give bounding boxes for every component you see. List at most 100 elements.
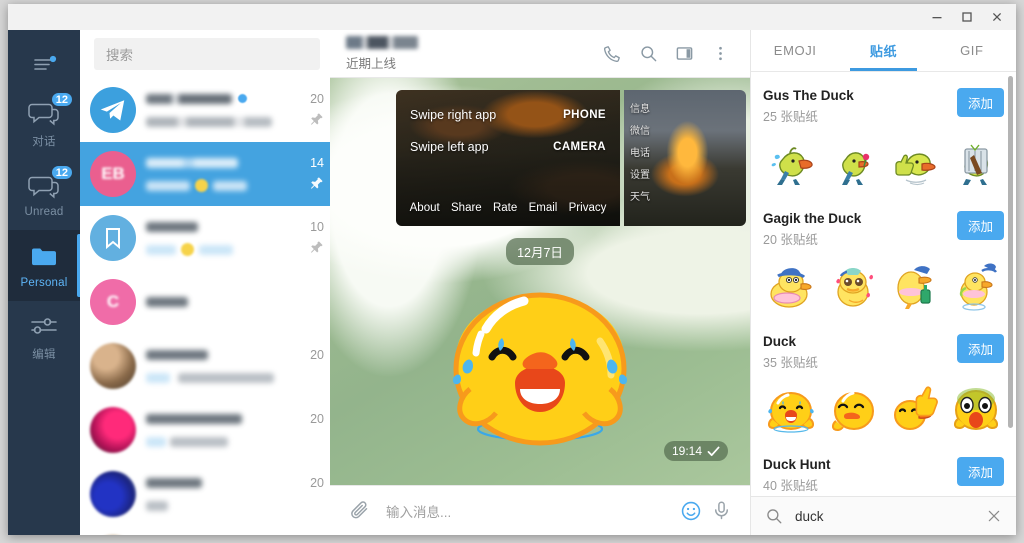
chat-item-text (146, 474, 286, 515)
album-link[interactable]: Email (529, 202, 558, 214)
add-sticker-pack-button[interactable]: 添加 (957, 88, 1004, 117)
chat-list-item[interactable]: C (80, 270, 330, 334)
sidebar-item-unread[interactable]: 12 Unread (8, 159, 80, 230)
sticker-duck-thumbsup[interactable] (886, 381, 942, 437)
sidebar-item-label: 对话 (32, 133, 55, 149)
sidebar-item-chats[interactable]: 12 对话 (8, 88, 80, 159)
sticker-gagik-heart-eyes-duck[interactable] (825, 258, 881, 314)
avatar (90, 471, 136, 517)
search-input[interactable]: 搜索 (94, 38, 320, 70)
album-link[interactable]: About (410, 202, 440, 214)
maximize-icon (961, 11, 973, 23)
chat-item-text (146, 410, 286, 451)
album-photo-side[interactable]: 信息 微信 电话 设置 天气 (624, 90, 746, 226)
chat-timestamp: 20 (310, 476, 324, 490)
sticker-message[interactable]: 19:14 (340, 277, 740, 467)
album-link[interactable]: Rate (493, 202, 517, 214)
panel-toggle-button[interactable] (666, 36, 702, 72)
chat-list-item[interactable]: 20 (80, 334, 330, 398)
chat-item-meta: 10 (286, 216, 324, 260)
maximize-button[interactable] (952, 5, 982, 29)
chats-icon: 12 (27, 98, 61, 128)
chat-item-meta (286, 280, 324, 324)
conversation-title-block: 近期上线 (346, 36, 594, 72)
sticker-gagik-bottle-duck[interactable] (886, 258, 942, 314)
sticker-pack-list: Gus The Duck 25 张贴纸 添加 (751, 72, 1016, 496)
sticker-gus-hiding-duck[interactable] (948, 135, 1004, 191)
sticker-duck-laughing[interactable] (763, 381, 819, 437)
sticker-gus-thumbsup-duck[interactable] (886, 135, 942, 191)
album-link[interactable]: Share (451, 202, 482, 214)
sticker-pack-header: Duck 35 张贴纸 添加 (763, 328, 1004, 373)
sticker-gagik-hat-duck[interactable] (763, 258, 819, 314)
sticker-pack-title: Duck Hunt (763, 457, 957, 472)
chat-item-meta: 20 (286, 344, 324, 388)
chat-timestamp: 10 (310, 220, 324, 234)
message-time: 19:14 (672, 444, 702, 458)
attach-button[interactable] (344, 500, 374, 521)
chat-item-meta: 20 (286, 88, 324, 132)
chat-item-meta: 20 (286, 472, 324, 516)
bookmark-icon (101, 226, 125, 250)
chat-list-item[interactable]: 10 (80, 206, 330, 270)
sidebar-item-edit[interactable]: 编辑 (8, 301, 80, 372)
menu-button[interactable] (8, 40, 80, 88)
voice-record-button[interactable] (706, 500, 736, 521)
call-button[interactable] (594, 36, 630, 72)
chat-list-item[interactable]: EB 14 (80, 142, 330, 206)
chat-list-item[interactable]: 20 (80, 526, 330, 535)
sticker-duck-shy[interactable] (825, 381, 881, 437)
sticker-scrollbar-thumb[interactable] (1008, 76, 1013, 428)
sticker-gus-rose-duck[interactable] (825, 135, 881, 191)
chat-item-text (146, 346, 286, 387)
sticker-pack-meta: Duck 35 张贴纸 (763, 334, 957, 371)
panel-toggle-icon (675, 44, 694, 63)
add-sticker-pack-button[interactable]: 添加 (957, 211, 1004, 240)
tab-gif[interactable]: GIF (928, 30, 1016, 71)
album-side-item: 信息 (630, 100, 650, 115)
message-input[interactable]: 输入消息... (374, 501, 676, 521)
minimize-icon (931, 11, 943, 23)
album-side-menu: 信息 微信 电话 设置 天气 (630, 100, 650, 203)
avatar-initials: C (107, 292, 119, 312)
album-row-key: Swipe left app (410, 140, 489, 154)
telegram-plane-icon (98, 95, 128, 125)
emoji-button[interactable] (676, 500, 706, 522)
add-sticker-pack-button[interactable]: 添加 (957, 457, 1004, 486)
unread-badge: 12 (50, 164, 74, 181)
avatar (90, 87, 136, 133)
sidebar-item-label: 编辑 (32, 346, 55, 362)
close-icon[interactable] (986, 508, 1002, 524)
album-photo-main[interactable]: Swipe right app PHONE Swipe left app CAM… (396, 90, 620, 226)
minimize-button[interactable] (922, 5, 952, 29)
sticker-search-input[interactable]: duck (795, 509, 974, 524)
photo-album-message[interactable]: Swipe right app PHONE Swipe left app CAM… (396, 90, 746, 226)
more-options-button[interactable] (702, 36, 738, 72)
laughing-duck-sticker[interactable] (440, 277, 640, 457)
sticker-pack-preview-row (763, 250, 1004, 324)
album-side-item: 设置 (630, 166, 650, 181)
chat-list-item[interactable]: 20 (80, 462, 330, 526)
left-rail: 12 对话 12 Unread Personal (8, 30, 80, 535)
sticker-gagik-throw-hat-duck[interactable] (948, 258, 1004, 314)
chat-list-item[interactable]: 20 (80, 78, 330, 142)
album-side-item: 电话 (630, 144, 650, 159)
album-link[interactable]: Privacy (569, 202, 607, 214)
sticker-pack-header: Duck Hunt 40 张贴纸 添加 (763, 451, 1004, 496)
add-sticker-pack-button[interactable]: 添加 (957, 334, 1004, 363)
app-window: 12 对话 12 Unread Personal (8, 4, 1016, 535)
chat-list-item[interactable]: 20 (80, 398, 330, 462)
search-icon (639, 44, 658, 63)
sticker-duck-shocked[interactable] (948, 381, 1004, 437)
tab-stickers[interactable]: 贴纸 (839, 30, 927, 71)
hamburger-menu-icon (31, 55, 57, 73)
sticker-gus-crying-duck[interactable] (763, 135, 819, 191)
sidebar-item-personal[interactable]: Personal (8, 230, 80, 301)
conversation-search-button[interactable] (630, 36, 666, 72)
chats-badge: 12 (50, 91, 74, 108)
tab-emoji[interactable]: EMOJI (751, 30, 839, 71)
close-button[interactable] (982, 5, 1012, 29)
message-input-placeholder: 输入消息... (386, 505, 451, 520)
sticker-pack-meta: Gagik the Duck 20 张贴纸 (763, 211, 957, 248)
chat-item-meta: 20 (286, 408, 324, 452)
